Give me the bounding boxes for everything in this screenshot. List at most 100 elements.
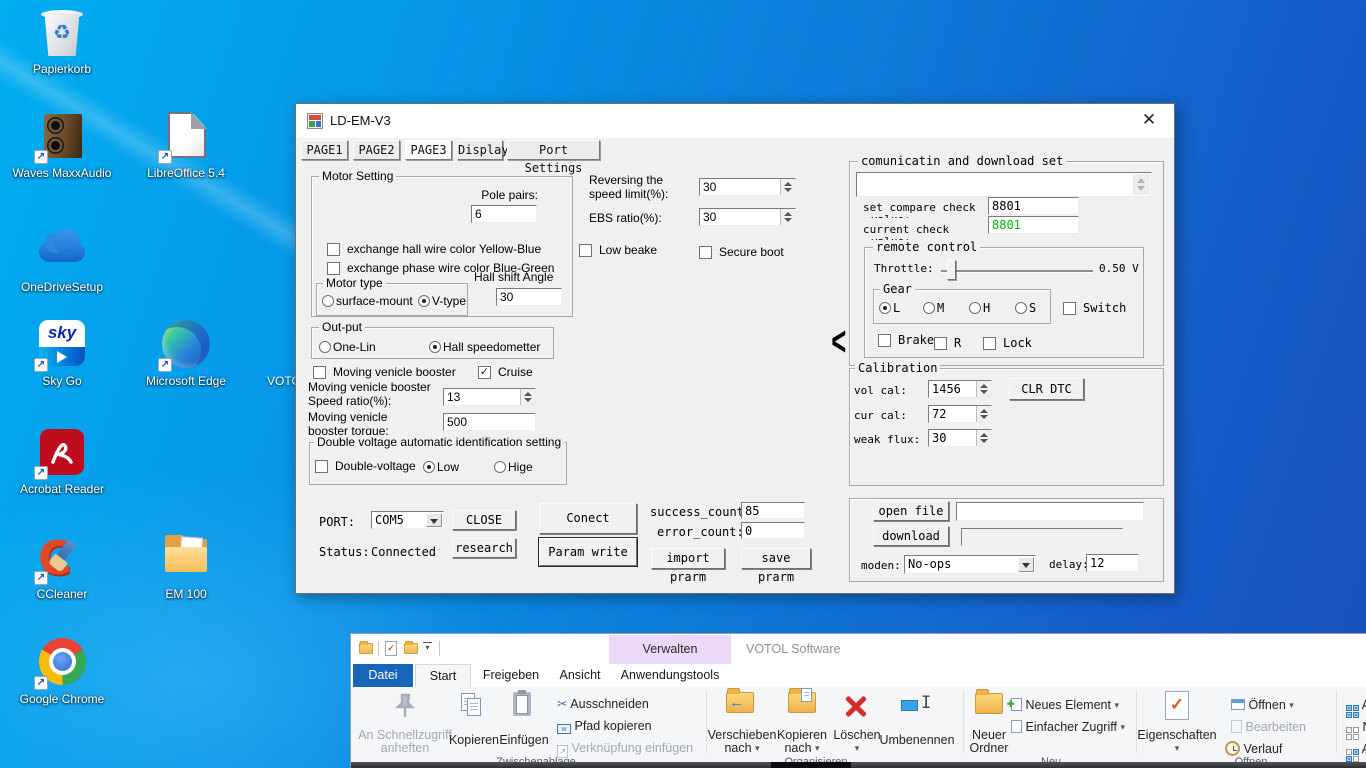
- exchange-hall-checkbox[interactable]: [327, 243, 340, 256]
- desktop-icon-papierkorb[interactable]: ♻ Papierkorb: [7, 6, 117, 76]
- exchange-phase-checkbox[interactable]: [327, 262, 340, 275]
- gear-s-radio[interactable]: [1015, 302, 1027, 314]
- weak-flux-field[interactable]: 30: [928, 429, 992, 447]
- switch-checkbox[interactable]: [1063, 302, 1076, 315]
- invert-selection-button[interactable]: Auswa: [1346, 739, 1366, 762]
- desktop-icon-waves[interactable]: ↗ Waves MaxxAudio: [7, 110, 117, 180]
- low-beake-checkbox[interactable]: [579, 244, 592, 257]
- research-button[interactable]: research: [452, 538, 516, 558]
- one-line-radio[interactable]: [319, 341, 331, 353]
- vol-cal-field[interactable]: 1456: [928, 380, 992, 398]
- desktop-icon-edge[interactable]: ↗ Microsoft Edge: [131, 318, 241, 388]
- dropdown-button[interactable]: [1018, 557, 1034, 572]
- move-to-button[interactable]: Verschieben nach ▾: [703, 729, 781, 755]
- open-file-field[interactable]: [956, 502, 1144, 521]
- qat-folder2-icon[interactable]: [404, 641, 418, 654]
- clr-dtc-button[interactable]: CLR DTC: [1009, 378, 1084, 400]
- tab-start[interactable]: Start: [415, 664, 471, 687]
- copy-to-button[interactable]: Kopieren nach ▾: [771, 729, 833, 755]
- gear-m-radio[interactable]: [923, 302, 935, 314]
- new-folder-button[interactable]: Neuer Ordner: [963, 729, 1015, 755]
- tab-freigeben[interactable]: Freigeben: [473, 664, 549, 687]
- cut-button[interactable]: ✂ Ausschneiden: [557, 694, 649, 714]
- tab-ansicht[interactable]: Ansicht: [551, 664, 609, 687]
- new-item-button[interactable]: ✚ Neues Element ▾: [1007, 695, 1119, 715]
- easy-access-button[interactable]: Einfacher Zugriff ▾: [1011, 717, 1125, 737]
- scroll-arrows[interactable]: [1133, 174, 1150, 195]
- moving-booster-checkbox[interactable]: [313, 366, 326, 379]
- paste-button[interactable]: Einfügen: [495, 734, 553, 747]
- error-count-field[interactable]: 0: [741, 522, 805, 539]
- collapse-arrow-icon[interactable]: <: [831, 320, 846, 366]
- cur-cal-field[interactable]: 72: [928, 405, 992, 423]
- rename-button[interactable]: Umbenennen: [875, 734, 959, 747]
- set-compare-field[interactable]: 8801: [988, 197, 1079, 215]
- tab-anwendungstools[interactable]: Anwendungstools: [609, 664, 731, 687]
- surface-mount-radio[interactable]: [322, 295, 334, 307]
- throttle-slider-thumb[interactable]: [947, 260, 956, 280]
- connect-button[interactable]: Conect: [539, 503, 637, 534]
- success-count-field[interactable]: 85: [741, 502, 805, 519]
- desktop-icon-onedrive[interactable]: OneDriveSetup: [7, 224, 117, 294]
- lock-checkbox[interactable]: [983, 337, 996, 350]
- tab-page1[interactable]: PAGE1: [301, 140, 348, 160]
- hall-shift-field[interactable]: 30: [496, 288, 562, 306]
- properties-button[interactable]: Eigenschaften ▾: [1137, 729, 1217, 755]
- hige-radio[interactable]: [494, 461, 506, 473]
- current-check-field[interactable]: 8801: [988, 216, 1079, 234]
- desktop-icon-libreoffice[interactable]: ↗ LibreOffice 5.4: [131, 110, 241, 180]
- download-field[interactable]: [961, 528, 1123, 546]
- desktop-icon-ccleaner[interactable]: C ↗ CCleaner: [7, 531, 117, 601]
- paste-shortcut-button[interactable]: ↗ Verknüpfung einfügen: [557, 738, 693, 758]
- cruise-checkbox[interactable]: ✓: [478, 366, 491, 379]
- open-file-button[interactable]: open file: [873, 501, 949, 521]
- edit-button[interactable]: Bearbeiten: [1231, 717, 1306, 737]
- port-combobox[interactable]: COM5: [371, 511, 444, 529]
- low-radio[interactable]: [423, 461, 435, 473]
- dropdown-button[interactable]: [426, 513, 442, 527]
- explorer-title-bar[interactable]: ✓ ▾ Verwalten VOTOL Software: [351, 634, 1366, 664]
- gear-h-radio[interactable]: [969, 302, 981, 314]
- moden-combobox[interactable]: No-ops: [904, 555, 1036, 574]
- qat-folder-icon[interactable]: [359, 641, 373, 654]
- hall-speedometer-radio[interactable]: [429, 341, 441, 353]
- throttle-slider-track[interactable]: [941, 270, 1093, 272]
- brake-checkbox[interactable]: [878, 334, 891, 347]
- save-param-button[interactable]: save prarm: [741, 548, 811, 584]
- spinner[interactable]: [976, 430, 991, 446]
- torque-field[interactable]: 500: [443, 413, 536, 431]
- close-icon[interactable]: ✕: [1138, 110, 1160, 132]
- open-button[interactable]: Öffnen ▾: [1231, 695, 1294, 715]
- spinner[interactable]: [780, 179, 795, 195]
- double-voltage-checkbox[interactable]: [315, 460, 328, 473]
- qat-customize-icon[interactable]: ▾: [423, 642, 432, 652]
- desktop-icon-em100[interactable]: EM 100: [131, 531, 241, 601]
- ebs-field[interactable]: 30: [699, 208, 796, 226]
- desktop-icon-chrome[interactable]: ↗ Google Chrome: [7, 636, 117, 706]
- copy-path-button[interactable]: w Pfad kopieren: [557, 716, 652, 736]
- tab-datei[interactable]: Datei: [353, 664, 413, 687]
- desktop-icon-skygo[interactable]: sky ↗ Sky Go: [7, 318, 117, 388]
- spinner[interactable]: [976, 381, 991, 397]
- reversing-field[interactable]: 30: [699, 178, 796, 196]
- tab-display[interactable]: Display: [457, 140, 509, 160]
- comm-log-field[interactable]: [856, 172, 1152, 197]
- qat-properties-icon[interactable]: ✓: [385, 641, 397, 656]
- download-button[interactable]: download: [873, 526, 949, 546]
- r-checkbox[interactable]: [934, 337, 947, 350]
- context-tab-verwalten[interactable]: Verwalten: [609, 635, 731, 664]
- close-port-button[interactable]: CLOSE: [452, 510, 516, 530]
- v-type-radio[interactable]: [418, 295, 430, 307]
- spinner[interactable]: [520, 389, 535, 405]
- param-write-button[interactable]: Param write: [538, 537, 638, 567]
- pole-pairs-field[interactable]: 6: [471, 205, 537, 223]
- tab-page2[interactable]: PAGE2: [353, 140, 400, 160]
- speed-ratio-field[interactable]: 13: [443, 388, 536, 406]
- import-param-button[interactable]: import prarm: [651, 548, 725, 584]
- tab-page3[interactable]: PAGE3: [405, 140, 452, 160]
- secure-boot-checkbox[interactable]: [699, 246, 712, 259]
- select-none-button[interactable]: Nichts: [1346, 717, 1366, 740]
- desktop-icon-acrobat[interactable]: ↗ Acrobat Reader: [7, 426, 117, 496]
- spinner[interactable]: [780, 209, 795, 225]
- select-all-button[interactable]: Alles au: [1346, 695, 1366, 718]
